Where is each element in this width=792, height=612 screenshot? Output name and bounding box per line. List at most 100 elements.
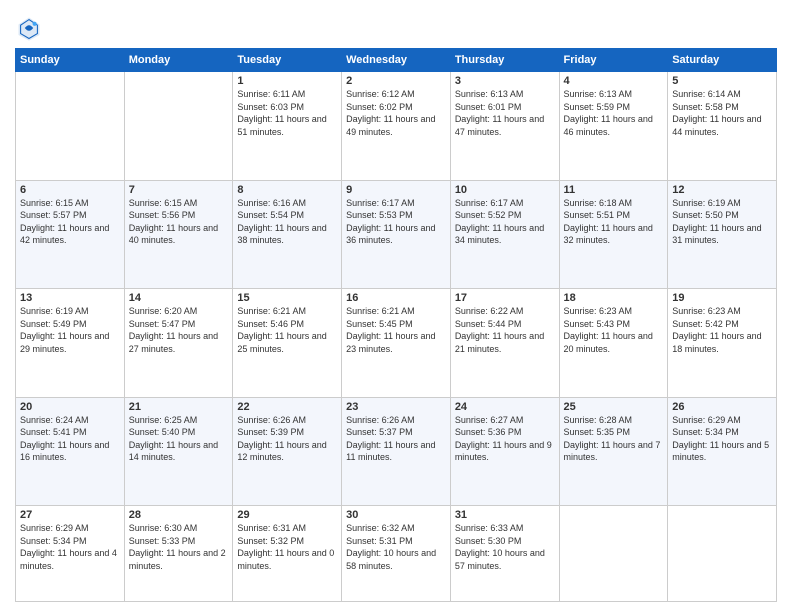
calendar-day-cell: 25Sunrise: 6:28 AM Sunset: 5:35 PM Dayli… xyxy=(559,397,668,506)
day-info: Sunrise: 6:20 AM Sunset: 5:47 PM Dayligh… xyxy=(129,305,229,355)
day-number: 28 xyxy=(129,509,229,521)
calendar-week-row: 20Sunrise: 6:24 AM Sunset: 5:41 PM Dayli… xyxy=(16,397,777,506)
calendar-week-row: 6Sunrise: 6:15 AM Sunset: 5:57 PM Daylig… xyxy=(16,180,777,289)
calendar-day-cell: 21Sunrise: 6:25 AM Sunset: 5:40 PM Dayli… xyxy=(124,397,233,506)
day-info: Sunrise: 6:13 AM Sunset: 5:59 PM Dayligh… xyxy=(564,88,664,138)
day-number: 5 xyxy=(672,75,772,87)
day-info: Sunrise: 6:15 AM Sunset: 5:56 PM Dayligh… xyxy=(129,197,229,247)
calendar-day-cell: 14Sunrise: 6:20 AM Sunset: 5:47 PM Dayli… xyxy=(124,289,233,398)
day-number: 11 xyxy=(564,184,664,196)
day-info: Sunrise: 6:11 AM Sunset: 6:03 PM Dayligh… xyxy=(237,88,337,138)
day-number: 26 xyxy=(672,401,772,413)
day-info: Sunrise: 6:30 AM Sunset: 5:33 PM Dayligh… xyxy=(129,522,229,572)
calendar-day-cell: 16Sunrise: 6:21 AM Sunset: 5:45 PM Dayli… xyxy=(342,289,451,398)
day-number: 17 xyxy=(455,292,555,304)
calendar-week-row: 1Sunrise: 6:11 AM Sunset: 6:03 PM Daylig… xyxy=(16,72,777,181)
calendar-day-cell: 29Sunrise: 6:31 AM Sunset: 5:32 PM Dayli… xyxy=(233,506,342,602)
day-info: Sunrise: 6:29 AM Sunset: 5:34 PM Dayligh… xyxy=(672,414,772,464)
day-info: Sunrise: 6:12 AM Sunset: 6:02 PM Dayligh… xyxy=(346,88,446,138)
calendar-day-cell: 28Sunrise: 6:30 AM Sunset: 5:33 PM Dayli… xyxy=(124,506,233,602)
day-info: Sunrise: 6:13 AM Sunset: 6:01 PM Dayligh… xyxy=(455,88,555,138)
calendar-day-cell xyxy=(16,72,125,181)
day-number: 31 xyxy=(455,509,555,521)
calendar-day-cell: 19Sunrise: 6:23 AM Sunset: 5:42 PM Dayli… xyxy=(668,289,777,398)
calendar-day-cell: 18Sunrise: 6:23 AM Sunset: 5:43 PM Dayli… xyxy=(559,289,668,398)
calendar-day-cell: 12Sunrise: 6:19 AM Sunset: 5:50 PM Dayli… xyxy=(668,180,777,289)
day-number: 19 xyxy=(672,292,772,304)
day-info: Sunrise: 6:18 AM Sunset: 5:51 PM Dayligh… xyxy=(564,197,664,247)
day-info: Sunrise: 6:23 AM Sunset: 5:43 PM Dayligh… xyxy=(564,305,664,355)
calendar-day-header: Saturday xyxy=(668,49,777,72)
page: SundayMondayTuesdayWednesdayThursdayFrid… xyxy=(0,0,792,612)
calendar-day-cell: 4Sunrise: 6:13 AM Sunset: 5:59 PM Daylig… xyxy=(559,72,668,181)
calendar-day-header: Thursday xyxy=(450,49,559,72)
calendar-day-cell: 11Sunrise: 6:18 AM Sunset: 5:51 PM Dayli… xyxy=(559,180,668,289)
day-info: Sunrise: 6:17 AM Sunset: 5:53 PM Dayligh… xyxy=(346,197,446,247)
calendar-day-cell: 26Sunrise: 6:29 AM Sunset: 5:34 PM Dayli… xyxy=(668,397,777,506)
calendar-header-row: SundayMondayTuesdayWednesdayThursdayFrid… xyxy=(16,49,777,72)
calendar-day-cell: 31Sunrise: 6:33 AM Sunset: 5:30 PM Dayli… xyxy=(450,506,559,602)
day-info: Sunrise: 6:21 AM Sunset: 5:45 PM Dayligh… xyxy=(346,305,446,355)
day-info: Sunrise: 6:29 AM Sunset: 5:34 PM Dayligh… xyxy=(20,522,120,572)
calendar-day-header: Sunday xyxy=(16,49,125,72)
day-number: 21 xyxy=(129,401,229,413)
calendar-day-header: Monday xyxy=(124,49,233,72)
logo-icon xyxy=(15,14,43,42)
day-number: 8 xyxy=(237,184,337,196)
day-info: Sunrise: 6:28 AM Sunset: 5:35 PM Dayligh… xyxy=(564,414,664,464)
calendar-day-cell: 9Sunrise: 6:17 AM Sunset: 5:53 PM Daylig… xyxy=(342,180,451,289)
logo xyxy=(15,14,47,42)
calendar-day-cell xyxy=(668,506,777,602)
day-number: 12 xyxy=(672,184,772,196)
calendar-day-cell: 2Sunrise: 6:12 AM Sunset: 6:02 PM Daylig… xyxy=(342,72,451,181)
day-number: 16 xyxy=(346,292,446,304)
calendar-week-row: 27Sunrise: 6:29 AM Sunset: 5:34 PM Dayli… xyxy=(16,506,777,602)
day-number: 6 xyxy=(20,184,120,196)
day-number: 15 xyxy=(237,292,337,304)
day-info: Sunrise: 6:26 AM Sunset: 5:39 PM Dayligh… xyxy=(237,414,337,464)
calendar-day-cell: 24Sunrise: 6:27 AM Sunset: 5:36 PM Dayli… xyxy=(450,397,559,506)
day-number: 22 xyxy=(237,401,337,413)
day-number: 4 xyxy=(564,75,664,87)
calendar-day-cell xyxy=(559,506,668,602)
calendar-day-cell: 8Sunrise: 6:16 AM Sunset: 5:54 PM Daylig… xyxy=(233,180,342,289)
calendar-day-cell: 5Sunrise: 6:14 AM Sunset: 5:58 PM Daylig… xyxy=(668,72,777,181)
day-number: 27 xyxy=(20,509,120,521)
calendar-day-cell: 15Sunrise: 6:21 AM Sunset: 5:46 PM Dayli… xyxy=(233,289,342,398)
calendar-day-cell: 23Sunrise: 6:26 AM Sunset: 5:37 PM Dayli… xyxy=(342,397,451,506)
calendar-day-cell: 6Sunrise: 6:15 AM Sunset: 5:57 PM Daylig… xyxy=(16,180,125,289)
day-info: Sunrise: 6:14 AM Sunset: 5:58 PM Dayligh… xyxy=(672,88,772,138)
day-info: Sunrise: 6:31 AM Sunset: 5:32 PM Dayligh… xyxy=(237,522,337,572)
day-info: Sunrise: 6:24 AM Sunset: 5:41 PM Dayligh… xyxy=(20,414,120,464)
calendar-day-cell xyxy=(124,72,233,181)
calendar-day-cell: 17Sunrise: 6:22 AM Sunset: 5:44 PM Dayli… xyxy=(450,289,559,398)
day-info: Sunrise: 6:15 AM Sunset: 5:57 PM Dayligh… xyxy=(20,197,120,247)
calendar-day-cell: 10Sunrise: 6:17 AM Sunset: 5:52 PM Dayli… xyxy=(450,180,559,289)
day-number: 18 xyxy=(564,292,664,304)
day-number: 25 xyxy=(564,401,664,413)
day-info: Sunrise: 6:33 AM Sunset: 5:30 PM Dayligh… xyxy=(455,522,555,572)
day-info: Sunrise: 6:25 AM Sunset: 5:40 PM Dayligh… xyxy=(129,414,229,464)
day-info: Sunrise: 6:22 AM Sunset: 5:44 PM Dayligh… xyxy=(455,305,555,355)
day-info: Sunrise: 6:27 AM Sunset: 5:36 PM Dayligh… xyxy=(455,414,555,464)
day-number: 9 xyxy=(346,184,446,196)
header xyxy=(15,10,777,42)
calendar-day-cell: 7Sunrise: 6:15 AM Sunset: 5:56 PM Daylig… xyxy=(124,180,233,289)
day-number: 1 xyxy=(237,75,337,87)
day-number: 29 xyxy=(237,509,337,521)
day-number: 30 xyxy=(346,509,446,521)
calendar-day-cell: 3Sunrise: 6:13 AM Sunset: 6:01 PM Daylig… xyxy=(450,72,559,181)
calendar-day-cell: 30Sunrise: 6:32 AM Sunset: 5:31 PM Dayli… xyxy=(342,506,451,602)
day-info: Sunrise: 6:16 AM Sunset: 5:54 PM Dayligh… xyxy=(237,197,337,247)
day-number: 10 xyxy=(455,184,555,196)
day-number: 14 xyxy=(129,292,229,304)
calendar-day-cell: 27Sunrise: 6:29 AM Sunset: 5:34 PM Dayli… xyxy=(16,506,125,602)
calendar-day-cell: 13Sunrise: 6:19 AM Sunset: 5:49 PM Dayli… xyxy=(16,289,125,398)
calendar-day-header: Tuesday xyxy=(233,49,342,72)
day-info: Sunrise: 6:21 AM Sunset: 5:46 PM Dayligh… xyxy=(237,305,337,355)
day-number: 20 xyxy=(20,401,120,413)
day-info: Sunrise: 6:23 AM Sunset: 5:42 PM Dayligh… xyxy=(672,305,772,355)
day-number: 2 xyxy=(346,75,446,87)
day-number: 7 xyxy=(129,184,229,196)
day-info: Sunrise: 6:32 AM Sunset: 5:31 PM Dayligh… xyxy=(346,522,446,572)
